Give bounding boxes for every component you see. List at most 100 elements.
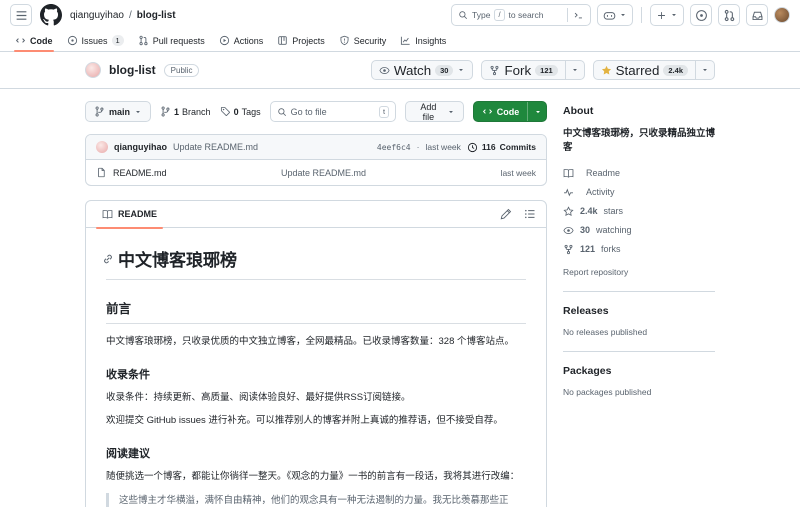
repo-owner-avatar[interactable]: [85, 62, 101, 78]
about-title: About: [563, 105, 594, 117]
search-icon: [458, 10, 468, 20]
project-icon: [277, 35, 288, 46]
pencil-icon: [500, 208, 512, 220]
commit-hash[interactable]: 4eef6c4: [377, 143, 411, 152]
go-to-file-input[interactable]: Go to file t: [269, 101, 397, 122]
commit-author-avatar[interactable]: [96, 141, 108, 153]
pulse-icon: [563, 187, 574, 198]
command-palette-icon[interactable]: [567, 8, 584, 22]
book-icon: [102, 209, 113, 220]
outline-button[interactable]: [524, 208, 536, 220]
branches-link[interactable]: 1 Branch: [160, 106, 211, 117]
search-input[interactable]: Type / to search: [451, 4, 591, 26]
graph-icon: [400, 35, 411, 46]
plus-icon: [656, 10, 667, 21]
repo-nav: Code Issues 1 Pull requests Actions Proje…: [0, 30, 800, 52]
code-button[interactable]: Code: [474, 102, 527, 121]
latest-commit-row: qianguyihao Update README.md 4eef6c4 · l…: [86, 135, 546, 160]
chevron-down-icon: [534, 108, 542, 116]
chevron-down-icon: [457, 66, 465, 74]
hamburger-menu-button[interactable]: [10, 4, 32, 26]
readme-panel: README 中文博客琅琊榜 前言 中文博客琅琊榜，只收录优质的中文独立博客，全…: [85, 200, 547, 507]
fork-dropdown-button[interactable]: [565, 60, 585, 80]
breadcrumb-owner[interactable]: qianguyihao: [70, 10, 124, 21]
tab-projects[interactable]: Projects: [270, 30, 332, 51]
notifications-inbox-button[interactable]: [746, 4, 768, 26]
commit-author[interactable]: qianguyihao: [114, 142, 167, 152]
file-row[interactable]: README.md Update README.md last week: [86, 160, 546, 185]
visibility-badge: Public: [163, 63, 200, 77]
edit-readme-button[interactable]: [500, 208, 512, 220]
commit-history-link[interactable]: 116 Commits: [467, 142, 536, 153]
github-logo-icon[interactable]: [40, 4, 62, 26]
packages-title: Packages: [563, 364, 612, 377]
tag-icon: [220, 106, 231, 117]
tab-code[interactable]: Code: [8, 30, 60, 52]
git-branch-icon: [160, 106, 171, 117]
fork-button[interactable]: Fork 121: [481, 60, 566, 80]
repo-forked-icon: [489, 65, 500, 76]
sidebar-activity-link[interactable]: Activity: [563, 187, 715, 198]
issues-count-badge: 1: [111, 35, 124, 46]
create-new-button[interactable]: [650, 4, 684, 26]
star-dropdown-button[interactable]: [696, 60, 715, 80]
book-icon: [563, 168, 574, 179]
readme-paragraph: 随便挑选一个博客，都能让你徜徉一整天。《观念的力量》一书的前言有一段话，我将其进…: [106, 471, 520, 483]
packages-empty-text: No packages published: [563, 386, 652, 397]
readme-content: 中文博客琅琊榜 前言 中文博客琅琊榜，只收录优质的中文独立博客，全网最精品。已收…: [86, 228, 546, 507]
breadcrumb-repo[interactable]: blog-list: [137, 10, 176, 21]
issue-opened-icon: [67, 35, 78, 46]
tab-security[interactable]: Security: [332, 30, 394, 51]
go-to-file-placeholder: Go to file: [290, 106, 327, 117]
eye-icon: [379, 65, 390, 76]
global-header-actions: Type / to search: [451, 4, 790, 26]
user-avatar[interactable]: [774, 7, 790, 23]
repo-sidebar: About 中文博客琅琊榜，只收录精品独立博客 Readme Activity …: [563, 101, 715, 507]
sidebar-readme-link[interactable]: Readme: [563, 168, 715, 179]
readme-paragraph: 欢迎提交 GitHub issues 进行补充。可以推荐别人的博客并附上真诚的推…: [106, 415, 503, 427]
sidebar-stars-link[interactable]: 2.4k stars: [563, 206, 715, 217]
search-placeholder: Type: [472, 10, 491, 20]
global-header: qianguyihao / blog-list Type / to search: [0, 0, 800, 30]
repo-forked-icon: [563, 244, 574, 255]
chevron-down-icon: [571, 66, 579, 74]
breadcrumb-separator: /: [128, 9, 132, 21]
code-dropdown-button[interactable]: [527, 102, 547, 121]
files-panel: qianguyihao Update README.md 4eef6c4 · l…: [85, 134, 547, 186]
tab-actions[interactable]: Actions: [212, 30, 271, 51]
tab-issues[interactable]: Issues 1: [60, 30, 131, 51]
code-icon: [15, 35, 26, 46]
copilot-button[interactable]: [597, 4, 633, 26]
commit-message[interactable]: Update README.md: [173, 142, 258, 152]
branch-selector-button[interactable]: main: [85, 101, 152, 122]
file-name[interactable]: README.md: [113, 168, 275, 178]
watch-button[interactable]: Watch 30: [370, 60, 474, 80]
t-key-hint: t: [378, 105, 390, 118]
starred-button[interactable]: Starred 2.4k: [592, 60, 696, 80]
sidebar-watching-link[interactable]: 30 watching: [563, 225, 715, 236]
your-pull-requests-button[interactable]: [718, 4, 740, 26]
tab-insights[interactable]: Insights: [393, 30, 453, 51]
file-commit-message[interactable]: Update README.md: [281, 168, 495, 178]
play-icon: [219, 35, 230, 46]
tab-pull-requests[interactable]: Pull requests: [131, 30, 212, 51]
report-repository-link[interactable]: Report repository: [563, 267, 628, 277]
repo-title[interactable]: blog-list: [109, 63, 156, 77]
your-issues-button[interactable]: [690, 4, 712, 26]
anchor-link-icon[interactable]: [102, 253, 114, 265]
chevron-down-icon: [134, 108, 142, 116]
tab-readme[interactable]: README: [96, 201, 164, 229]
readme-paragraph: 中文博客琅琊榜，只收录优质的中文独立博客，全网最精品。已收录博客数量：328 个…: [106, 336, 514, 347]
tags-link[interactable]: 0 Tags: [220, 106, 261, 117]
search-placeholder-rest: to search: [508, 10, 544, 20]
releases-title: Releases: [563, 304, 609, 317]
main-column: main 1 Branch 0 Tags Go to file t Add file: [85, 101, 548, 507]
git-branch-icon: [94, 106, 105, 117]
sidebar-forks-link[interactable]: 121 forks: [563, 244, 715, 255]
readme-title: 中文博客琅琊榜: [106, 240, 526, 280]
file-toolbar: main 1 Branch 0 Tags Go to file t Add file: [85, 101, 548, 122]
add-file-button[interactable]: Add file: [405, 101, 464, 122]
repo-description: 中文博客琅琊榜，只收录精品独立博客: [563, 128, 716, 154]
repo-content: main 1 Branch 0 Tags Go to file t Add file: [85, 89, 715, 507]
releases-section: Releases No releases published: [563, 290, 715, 337]
